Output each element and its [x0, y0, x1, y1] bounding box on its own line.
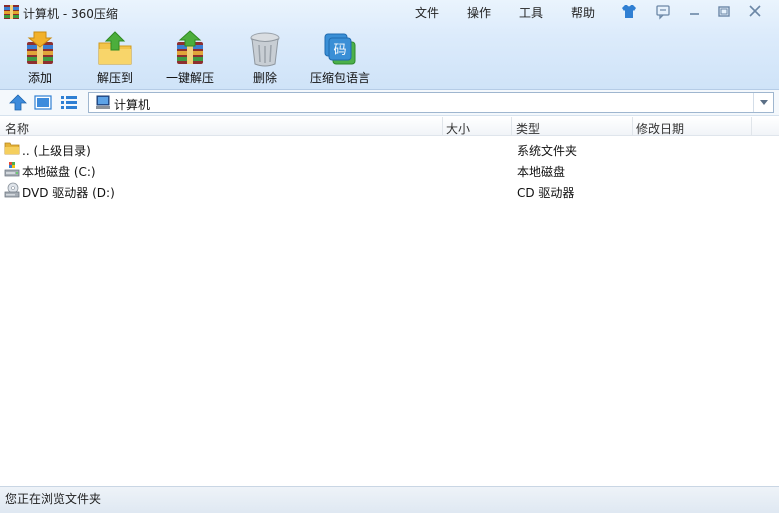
address-row: 计算机 — [0, 90, 779, 116]
add-button[interactable]: 添加 — [0, 28, 80, 86]
close-icon[interactable] — [746, 3, 764, 20]
file-type: CD 驱动器 — [517, 186, 575, 200]
column-divider[interactable] — [632, 117, 633, 136]
file-name: DVD 驱动器 (D:) — [22, 186, 115, 200]
file-list[interactable]: .. (上级目录) 系统文件夹 本地磁盘 (C:) 本地磁盘 DVD 驱动器 (… — [0, 137, 779, 485]
column-name[interactable]: 名称 — [5, 120, 29, 137]
status-bar: 您正在浏览文件夹 — [0, 486, 779, 513]
one-click-extract-button-label: 一键解压 — [165, 71, 214, 85]
feedback-icon[interactable] — [654, 3, 672, 20]
up-arrow-icon[interactable] — [9, 94, 27, 111]
column-divider[interactable] — [511, 117, 512, 136]
archive-language-icon: 码 — [324, 33, 356, 65]
chevron-down-icon — [760, 100, 768, 105]
column-modified[interactable]: 修改日期 — [636, 120, 684, 137]
minimize-icon[interactable] — [686, 3, 704, 20]
add-button-label: 添加 — [27, 71, 52, 85]
file-type: 本地磁盘 — [517, 165, 566, 179]
file-name: .. (上级目录) — [22, 144, 91, 158]
skin-shirt-icon[interactable] — [620, 3, 638, 20]
local-disk-icon — [4, 162, 20, 177]
one-click-extract-icon — [177, 30, 203, 64]
menu-operation[interactable]: 操作 — [467, 4, 491, 21]
extract-to-button[interactable]: 解压到 — [75, 28, 155, 86]
archive-language-button-label: 压缩包语言 — [309, 71, 370, 85]
menu-tools[interactable]: 工具 — [519, 4, 543, 21]
app-logo-icon — [4, 5, 19, 19]
delete-button-label: 删除 — [252, 71, 277, 85]
column-size[interactable]: 大小 — [446, 120, 470, 137]
file-name: 本地磁盘 (C:) — [22, 165, 96, 179]
thumbnail-view-icon[interactable] — [34, 94, 52, 111]
menu-file[interactable]: 文件 — [415, 4, 439, 21]
file-row-local-disk-c[interactable]: 本地磁盘 (C:) 本地磁盘 — [0, 159, 779, 180]
column-divider[interactable] — [751, 117, 752, 136]
address-path: 计算机 — [114, 98, 151, 112]
maximize-icon[interactable] — [715, 3, 733, 20]
dvd-drive-icon — [4, 182, 20, 198]
archive-language-button[interactable]: 码 压缩包语言 — [300, 28, 380, 86]
address-dropdown-button[interactable] — [753, 93, 773, 112]
list-view-icon[interactable] — [60, 94, 78, 111]
column-type[interactable]: 类型 — [516, 120, 540, 137]
archive-language-glyph: 码 — [333, 43, 346, 58]
file-row-dvd-drive-d[interactable]: DVD 驱动器 (D:) CD 驱动器 — [0, 180, 779, 201]
extract-to-icon — [98, 31, 132, 65]
window-title: 计算机 - 360压缩 — [23, 7, 118, 21]
title-bar[interactable]: 计算机 - 360压缩 文件 操作 工具 帮助 — [0, 0, 779, 24]
file-row-parent-directory[interactable]: .. (上级目录) 系统文件夹 — [0, 138, 779, 159]
folder-icon — [4, 142, 20, 155]
one-click-extract-button[interactable]: 一键解压 — [150, 28, 230, 86]
address-bar[interactable]: 计算机 — [88, 92, 774, 113]
add-archive-icon — [27, 31, 53, 64]
menu-help[interactable]: 帮助 — [571, 4, 595, 21]
file-type: 系统文件夹 — [517, 144, 578, 158]
status-text: 您正在浏览文件夹 — [5, 492, 102, 506]
column-header: 名称 大小 类型 修改日期 — [0, 117, 779, 136]
computer-icon — [96, 95, 110, 109]
delete-button[interactable]: 删除 — [225, 28, 305, 86]
column-divider[interactable] — [442, 117, 443, 136]
trash-icon — [250, 32, 280, 67]
extract-to-button-label: 解压到 — [96, 71, 133, 85]
top-panel: 计算机 - 360压缩 文件 操作 工具 帮助 添加 解压到 一键解压 删除 码… — [0, 0, 779, 90]
